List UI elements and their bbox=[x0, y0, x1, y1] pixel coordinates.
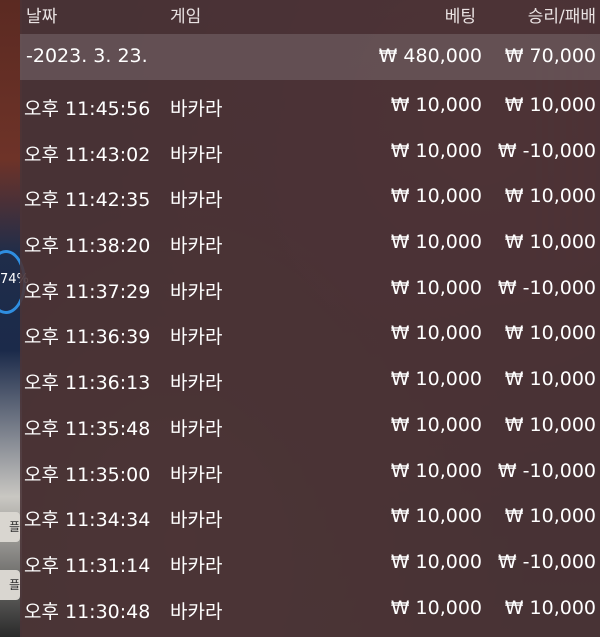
header-result: 승리/패배 bbox=[527, 7, 596, 27]
history-header: 날짜 게임 베팅 승리/패배 bbox=[20, 0, 600, 34]
row-bet: ₩ 10,000 bbox=[390, 550, 482, 573]
row-game: 바카라 bbox=[170, 554, 223, 577]
row-result: ₩ -10,000 bbox=[497, 139, 596, 162]
background-button-1[interactable]: 플 bbox=[0, 512, 20, 542]
history-row[interactable]: 오후 11:35:48 바카라 ₩ 10,000 ₩ 10,000 bbox=[20, 404, 600, 450]
row-result: ₩ 10,000 bbox=[504, 368, 596, 391]
row-time: 오후 11:38:20 bbox=[24, 235, 151, 258]
summary-date: -2023. 3. 23. bbox=[26, 45, 148, 67]
date-summary-row[interactable]: -2023. 3. 23. ₩ 480,000 ₩ 70,000 bbox=[20, 34, 600, 80]
row-time: 오후 11:45:56 bbox=[24, 98, 151, 120]
history-row[interactable]: 오후 11:34:34 바카라 ₩ 10,000 ₩ 10,000 bbox=[20, 495, 600, 541]
row-result: ₩ 10,000 bbox=[504, 505, 596, 528]
background-left-strip: 74% 플 플 bbox=[0, 0, 29, 637]
row-time: 오후 11:35:48 bbox=[24, 417, 151, 440]
history-row[interactable]: 오후 11:35:00 바카라 ₩ 10,000 ₩ -10,000 bbox=[20, 450, 600, 496]
row-bet: ₩ 10,000 bbox=[390, 185, 482, 208]
row-game: 바카라 bbox=[170, 600, 223, 623]
history-row[interactable]: 오후 11:31:14 바카라 ₩ 10,000 ₩ -10,000 bbox=[20, 541, 600, 587]
row-time: 오후 11:42:35 bbox=[24, 189, 151, 212]
row-result: ₩ -10,000 bbox=[497, 459, 596, 482]
row-bet: ₩ 10,000 bbox=[390, 505, 482, 528]
history-row[interactable]: 오후 11:38:20 바카라 ₩ 10,000 ₩ 10,000 bbox=[20, 221, 600, 267]
header-bet: 베팅 bbox=[444, 7, 476, 27]
row-game: 바카라 bbox=[170, 98, 223, 120]
row-bet: ₩ 10,000 bbox=[390, 94, 482, 116]
history-row[interactable]: 오후 11:36:13 바카라 ₩ 10,000 ₩ 10,000 bbox=[20, 358, 600, 404]
row-time: 오후 11:43:02 bbox=[24, 143, 151, 166]
row-result: ₩ 10,000 bbox=[504, 185, 596, 208]
row-time: 오후 11:36:13 bbox=[24, 372, 151, 395]
row-time: 오후 11:36:39 bbox=[24, 326, 151, 349]
row-game: 바카라 bbox=[170, 189, 223, 212]
background-button-2[interactable]: 플 bbox=[0, 570, 20, 600]
row-bet: ₩ 10,000 bbox=[390, 231, 482, 254]
row-bet: ₩ 10,000 bbox=[390, 368, 482, 391]
history-row[interactable]: 오후 11:36:39 바카라 ₩ 10,000 ₩ 10,000 bbox=[20, 312, 600, 358]
row-result: ₩ 10,000 bbox=[504, 413, 596, 436]
row-game: 바카라 bbox=[170, 235, 223, 258]
row-result: ₩ 10,000 bbox=[504, 94, 596, 116]
row-time: 오후 11:37:29 bbox=[24, 280, 151, 303]
row-time: 오후 11:30:48 bbox=[24, 600, 151, 623]
history-row[interactable]: 오후 11:30:48 바카라 ₩ 10,000 ₩ 10,000 bbox=[20, 587, 600, 633]
row-bet: ₩ 10,000 bbox=[390, 276, 482, 299]
history-row[interactable]: 오후 11:45:56 바카라 ₩ 10,000 ₩ 10,000 bbox=[20, 84, 600, 130]
row-game: 바카라 bbox=[170, 509, 223, 532]
row-bet: ₩ 10,000 bbox=[390, 139, 482, 162]
row-game: 바카라 bbox=[170, 372, 223, 395]
header-game: 게임 bbox=[170, 7, 202, 27]
summary-bet: ₩ 480,000 bbox=[378, 45, 482, 67]
row-time: 오후 11:35:00 bbox=[24, 463, 151, 486]
row-result: ₩ 10,000 bbox=[504, 231, 596, 254]
row-game: 바카라 bbox=[170, 326, 223, 349]
row-result: ₩ -10,000 bbox=[497, 550, 596, 573]
row-time: 오후 11:34:34 bbox=[24, 509, 151, 532]
row-bet: ₩ 10,000 bbox=[390, 459, 482, 482]
row-game: 바카라 bbox=[170, 143, 223, 166]
history-row[interactable]: 오후 11:37:29 바카라 ₩ 10,000 ₩ -10,000 bbox=[20, 267, 600, 313]
row-result: ₩ -10,000 bbox=[497, 276, 596, 299]
row-bet: ₩ 10,000 bbox=[390, 596, 482, 619]
row-game: 바카라 bbox=[170, 280, 223, 303]
row-game: 바카라 bbox=[170, 417, 223, 440]
row-game: 바카라 bbox=[170, 463, 223, 486]
row-result: ₩ 10,000 bbox=[504, 596, 596, 619]
bet-history-panel: 날짜 게임 베팅 승리/패배 -2023. 3. 23. ₩ 480,000 ₩… bbox=[20, 0, 600, 637]
history-row[interactable]: 오후 11:42:35 바카라 ₩ 10,000 ₩ 10,000 bbox=[20, 175, 600, 221]
row-time: 오후 11:31:14 bbox=[24, 554, 151, 577]
history-rows: 오후 11:45:56 바카라 ₩ 10,000 ₩ 10,000 오후 11:… bbox=[20, 84, 600, 632]
summary-result: ₩ 70,000 bbox=[504, 45, 596, 67]
row-bet: ₩ 10,000 bbox=[390, 413, 482, 436]
row-bet: ₩ 10,000 bbox=[390, 322, 482, 345]
header-date: 날짜 bbox=[26, 7, 58, 27]
row-result: ₩ 10,000 bbox=[504, 322, 596, 345]
history-row[interactable]: 오후 11:43:02 바카라 ₩ 10,000 ₩ -10,000 bbox=[20, 130, 600, 176]
